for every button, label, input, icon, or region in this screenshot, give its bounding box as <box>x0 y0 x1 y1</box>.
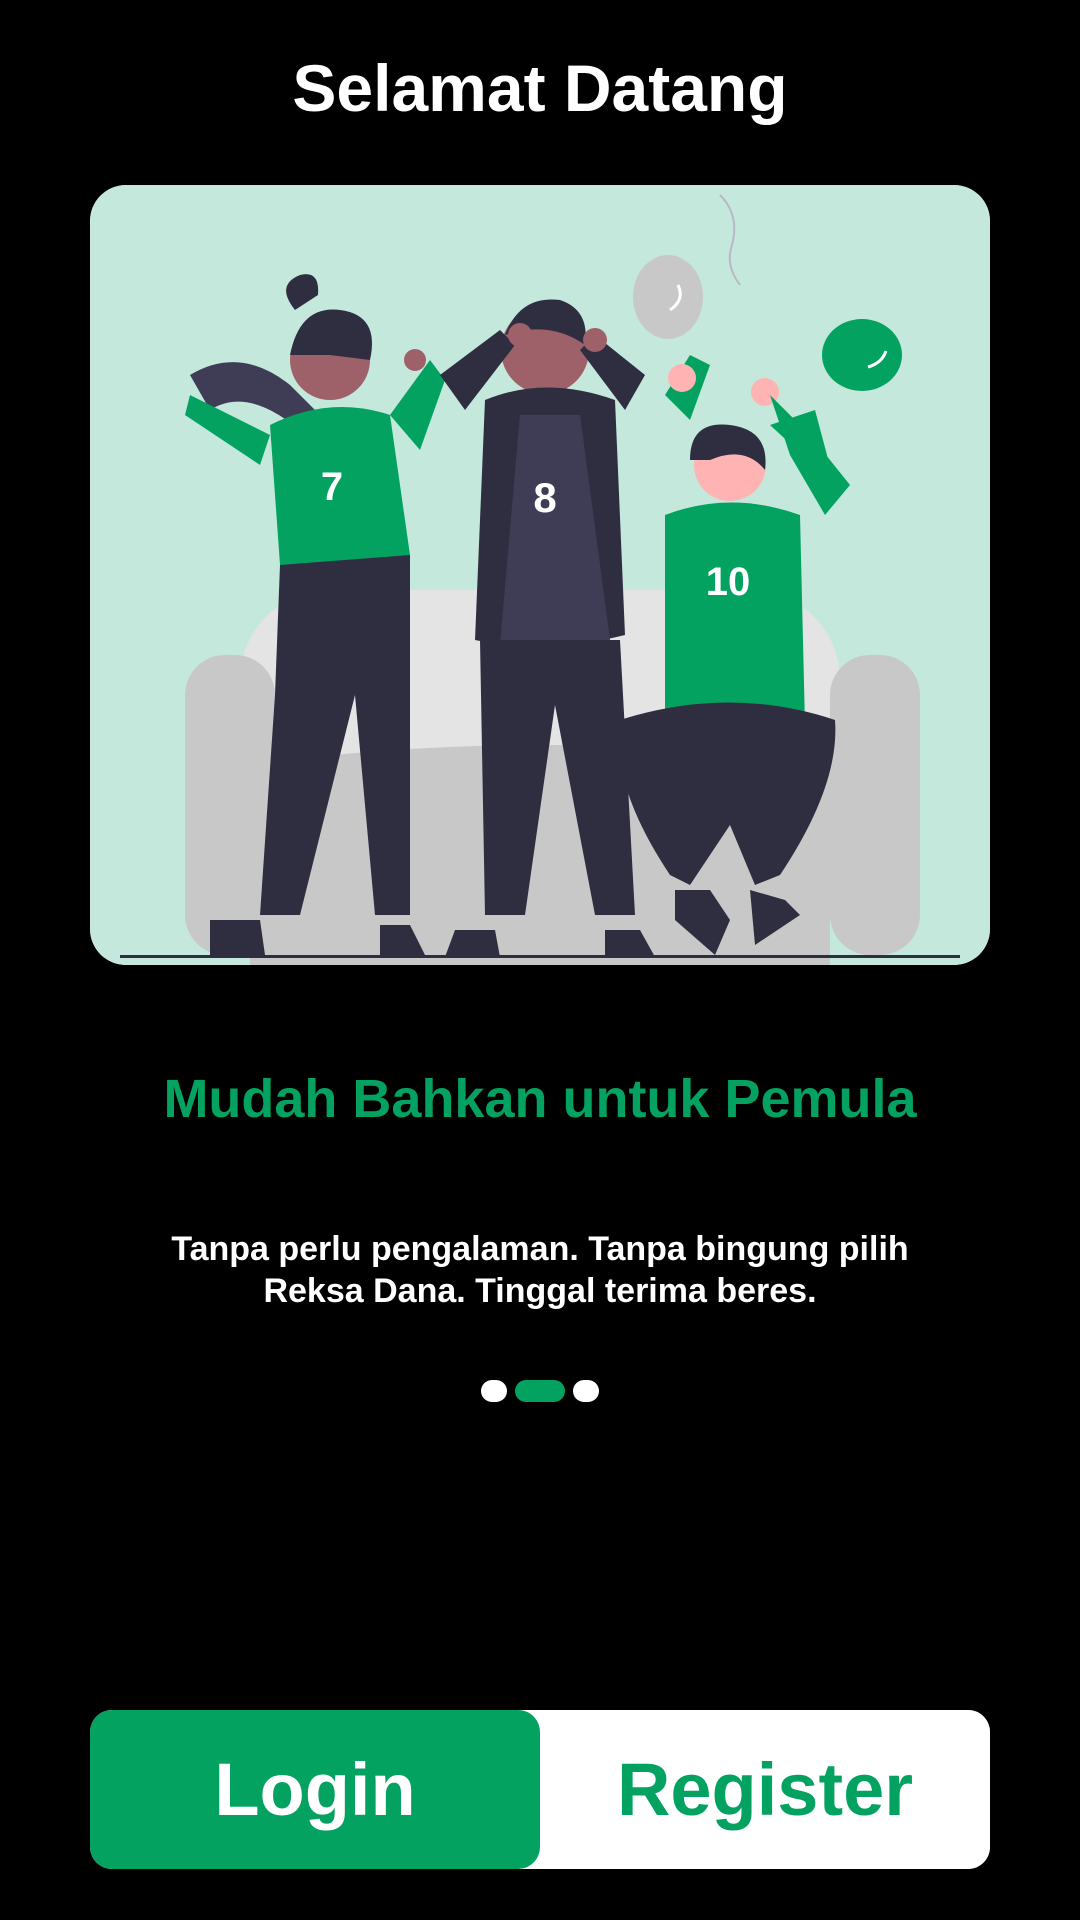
onboarding-subtitle: Mudah Bahkan untuk Pemula <box>163 1069 917 1129</box>
page-indicator <box>0 1380 1080 1402</box>
auth-button-group: Login Register <box>90 1710 990 1869</box>
page-title: Selamat Datang <box>292 51 788 125</box>
jersey-number-10: 10 <box>706 560 751 604</box>
login-button[interactable]: Login <box>90 1710 540 1869</box>
page-dot-2-active[interactable] <box>515 1380 565 1402</box>
onboarding-illustration: 7 8 ed 10 <box>90 185 990 965</box>
page-dot-1[interactable] <box>481 1380 507 1402</box>
register-button[interactable]: Register <box>540 1710 990 1869</box>
jersey-number-7: 7 <box>321 465 343 509</box>
jersey-number-8: 8 <box>533 474 556 521</box>
onboarding-description: Tanpa perlu pengalaman. Tanpa bingung pi… <box>171 1230 909 1310</box>
page-dot-3[interactable] <box>573 1380 599 1402</box>
